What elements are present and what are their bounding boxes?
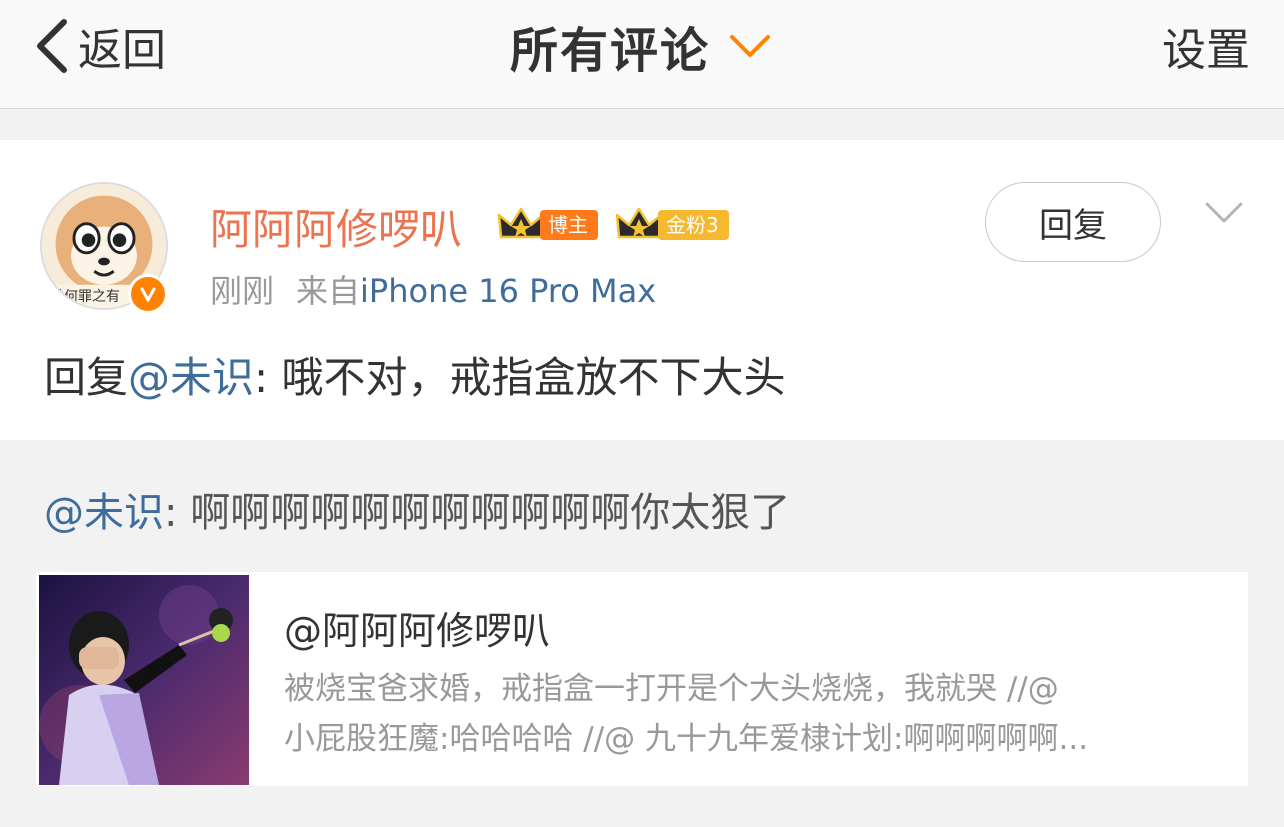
- comment-mention[interactable]: @未识: [128, 353, 254, 402]
- original-post-author[interactable]: @阿阿阿修啰叭: [284, 600, 550, 655]
- fans-badge-label: 金粉3: [658, 210, 729, 240]
- post-thumbnail: [39, 575, 249, 785]
- comment-card: 羊何罪之有 阿阿阿修啰叭 博主 金粉3 刚刚 来自iPhone 16 Pro Ma…: [0, 140, 1284, 440]
- verified-v-icon: [128, 274, 168, 314]
- quoted-comment-text: : 啊啊啊啊啊啊啊啊啊啊啊你太狠了: [164, 490, 791, 536]
- nav-bar: 返回 所有评论 设置: [0, 0, 1284, 109]
- back-button[interactable]: 返回: [32, 14, 166, 78]
- blogger-badge-label: 博主: [540, 210, 598, 240]
- settings-button[interactable]: 设置: [1162, 14, 1250, 78]
- comment-text-body: : 哦不对，戒指盒放不下大头: [254, 353, 786, 402]
- comment-text: 回复@未识: 哦不对，戒指盒放不下大头: [44, 344, 786, 405]
- comment-time: 刚刚: [210, 272, 275, 310]
- quoted-comment-section: @未识: 啊啊啊啊啊啊啊啊啊啊啊你太狠了 @阿阿阿修啰叭 被烧宝爸求婚，戒指盒一…: [0, 442, 1284, 822]
- source-prefix: 来自: [296, 272, 361, 310]
- chevron-down-icon[interactable]: [1204, 200, 1244, 226]
- crown-icon: [615, 207, 663, 239]
- original-post-card[interactable]: @阿阿阿修啰叭 被烧宝爸求婚，戒指盒一打开是个大头烧烧，我就哭 //@ 小屁股狂…: [36, 572, 1248, 786]
- avatar-caption: 羊何罪之有: [50, 289, 120, 305]
- page-title: 所有评论: [510, 23, 711, 79]
- reply-button[interactable]: 回复: [985, 182, 1161, 262]
- original-post-excerpt: 被烧宝爸求婚，戒指盒一打开是个大头烧烧，我就哭 //@ 小屁股狂魔:哈哈哈哈 /…: [284, 664, 1214, 764]
- crown-icon: [497, 207, 545, 239]
- comment-filter-dropdown[interactable]: 所有评论: [510, 14, 772, 79]
- source-device[interactable]: iPhone 16 Pro Max: [360, 272, 656, 310]
- username[interactable]: 阿阿阿修啰叭: [210, 196, 462, 257]
- chevron-left-icon: [37, 19, 67, 73]
- comment-meta: 刚刚 来自iPhone 16 Pro Max: [210, 266, 656, 312]
- fans-level-badge[interactable]: 金粉3: [614, 204, 729, 246]
- excerpt-line: 被烧宝爸求婚，戒指盒一打开是个大头烧烧，我就哭 //@: [284, 671, 1059, 707]
- back-label: 返回: [78, 25, 166, 76]
- chevron-down-icon: [730, 35, 771, 57]
- blogger-badge[interactable]: 博主: [496, 204, 598, 246]
- quoted-comment[interactable]: @未识: 啊啊啊啊啊啊啊啊啊啊啊你太狠了: [44, 480, 790, 538]
- quoted-mention[interactable]: @未识: [44, 490, 164, 536]
- comment-text-prefix: 回复: [44, 353, 129, 402]
- excerpt-line: 小屁股狂魔:哈哈哈哈 //@ 九十九年爱棣计划:啊啊啊啊啊...: [284, 721, 1089, 757]
